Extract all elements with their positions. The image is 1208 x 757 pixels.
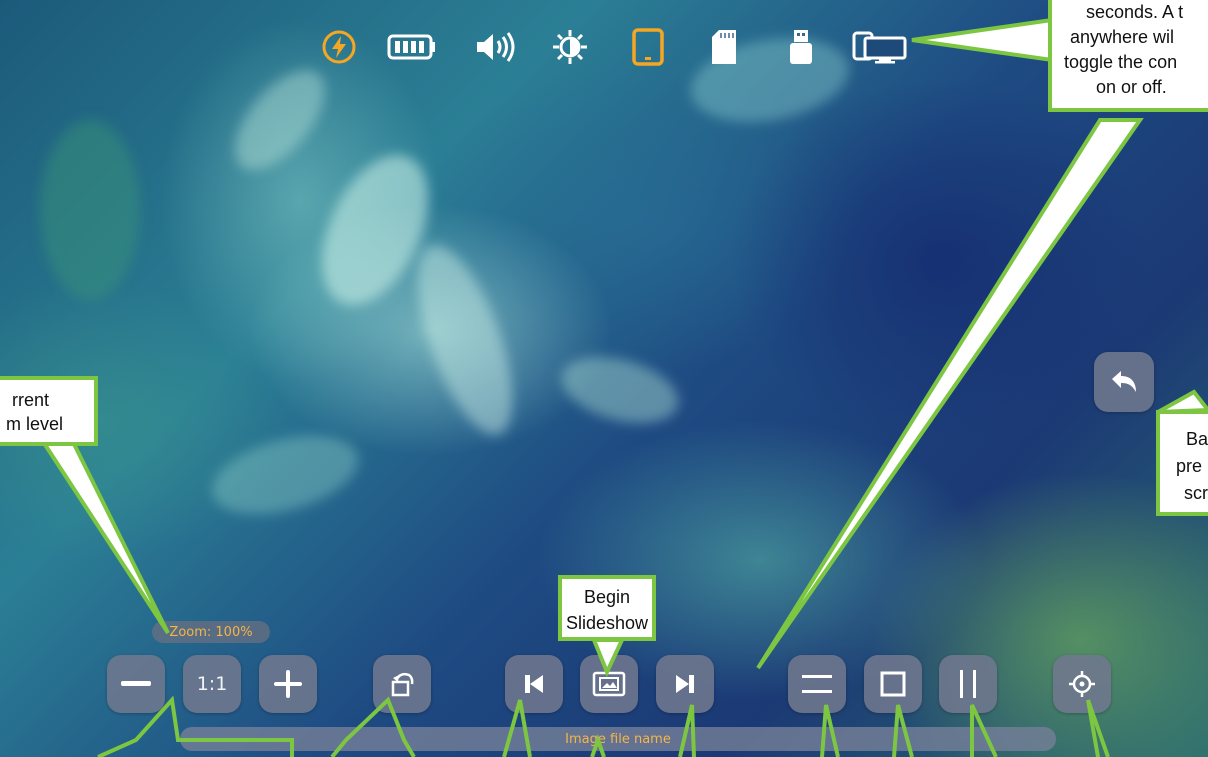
next-image-button[interactable] (656, 655, 714, 713)
rotate-button[interactable] (373, 655, 431, 713)
previous-image-button[interactable] (505, 655, 563, 713)
callout-line: Slideshow (565, 613, 649, 633)
slideshow-button[interactable] (580, 655, 638, 713)
callout-line: anywhere wil (1070, 27, 1175, 47)
callout-line: seconds. A t (1086, 2, 1184, 22)
tablet-icon (628, 27, 668, 67)
actual-size-button[interactable]: 1:1 (183, 655, 241, 713)
callout-line: on or off. (1096, 77, 1167, 97)
fit-height-button[interactable] (939, 655, 997, 713)
callout-back: Ba pre scr (1156, 410, 1208, 516)
back-arrow-icon (1112, 371, 1136, 392)
zoom-in-button[interactable] (259, 655, 317, 713)
fit-height-icon (960, 670, 976, 698)
zoom-out-button[interactable] (107, 655, 165, 713)
usb-drive-icon (784, 27, 818, 67)
file-name-bar: Image file name (180, 727, 1056, 751)
callout-line: rrent (12, 390, 50, 410)
slideshow-icon (592, 671, 626, 697)
sd-card-icon (704, 27, 744, 67)
crosshair-icon (1069, 671, 1095, 697)
skip-next-icon (676, 675, 694, 693)
brightness-icon (550, 27, 590, 67)
callout-slideshow: Begin Slideshow (558, 575, 656, 641)
callout-line: m level (6, 414, 64, 434)
rotate-icon (391, 672, 414, 697)
callout-line: scr (1184, 483, 1208, 503)
plus-icon (274, 670, 302, 698)
zoom-level-label: Zoom: 100% (152, 621, 270, 643)
screen-mirror-icon (850, 27, 910, 67)
actual-size-label: 1:1 (196, 673, 228, 695)
callout-line: pre (1176, 456, 1203, 476)
fit-width-icon (802, 675, 832, 693)
back-button[interactable] (1094, 352, 1154, 412)
callout-line: toggle the con (1064, 52, 1178, 72)
ocean-background-image (0, 0, 1208, 757)
callout-zoom-level: rrent m level (0, 376, 98, 446)
charging-icon (320, 27, 358, 67)
square-frame-icon (880, 671, 906, 697)
skip-previous-icon (525, 675, 543, 693)
center-image-button[interactable] (1053, 655, 1111, 713)
fit-width-button[interactable] (788, 655, 846, 713)
volume-icon (472, 27, 518, 67)
callout-toggle-controls: seconds. A t anywhere wil toggle the con… (1048, 0, 1208, 112)
callout-line: Ba (1186, 429, 1208, 449)
battery-icon (386, 27, 438, 67)
minus-icon (121, 681, 151, 686)
fit-screen-button[interactable] (864, 655, 922, 713)
callout-line: Begin (583, 587, 631, 607)
